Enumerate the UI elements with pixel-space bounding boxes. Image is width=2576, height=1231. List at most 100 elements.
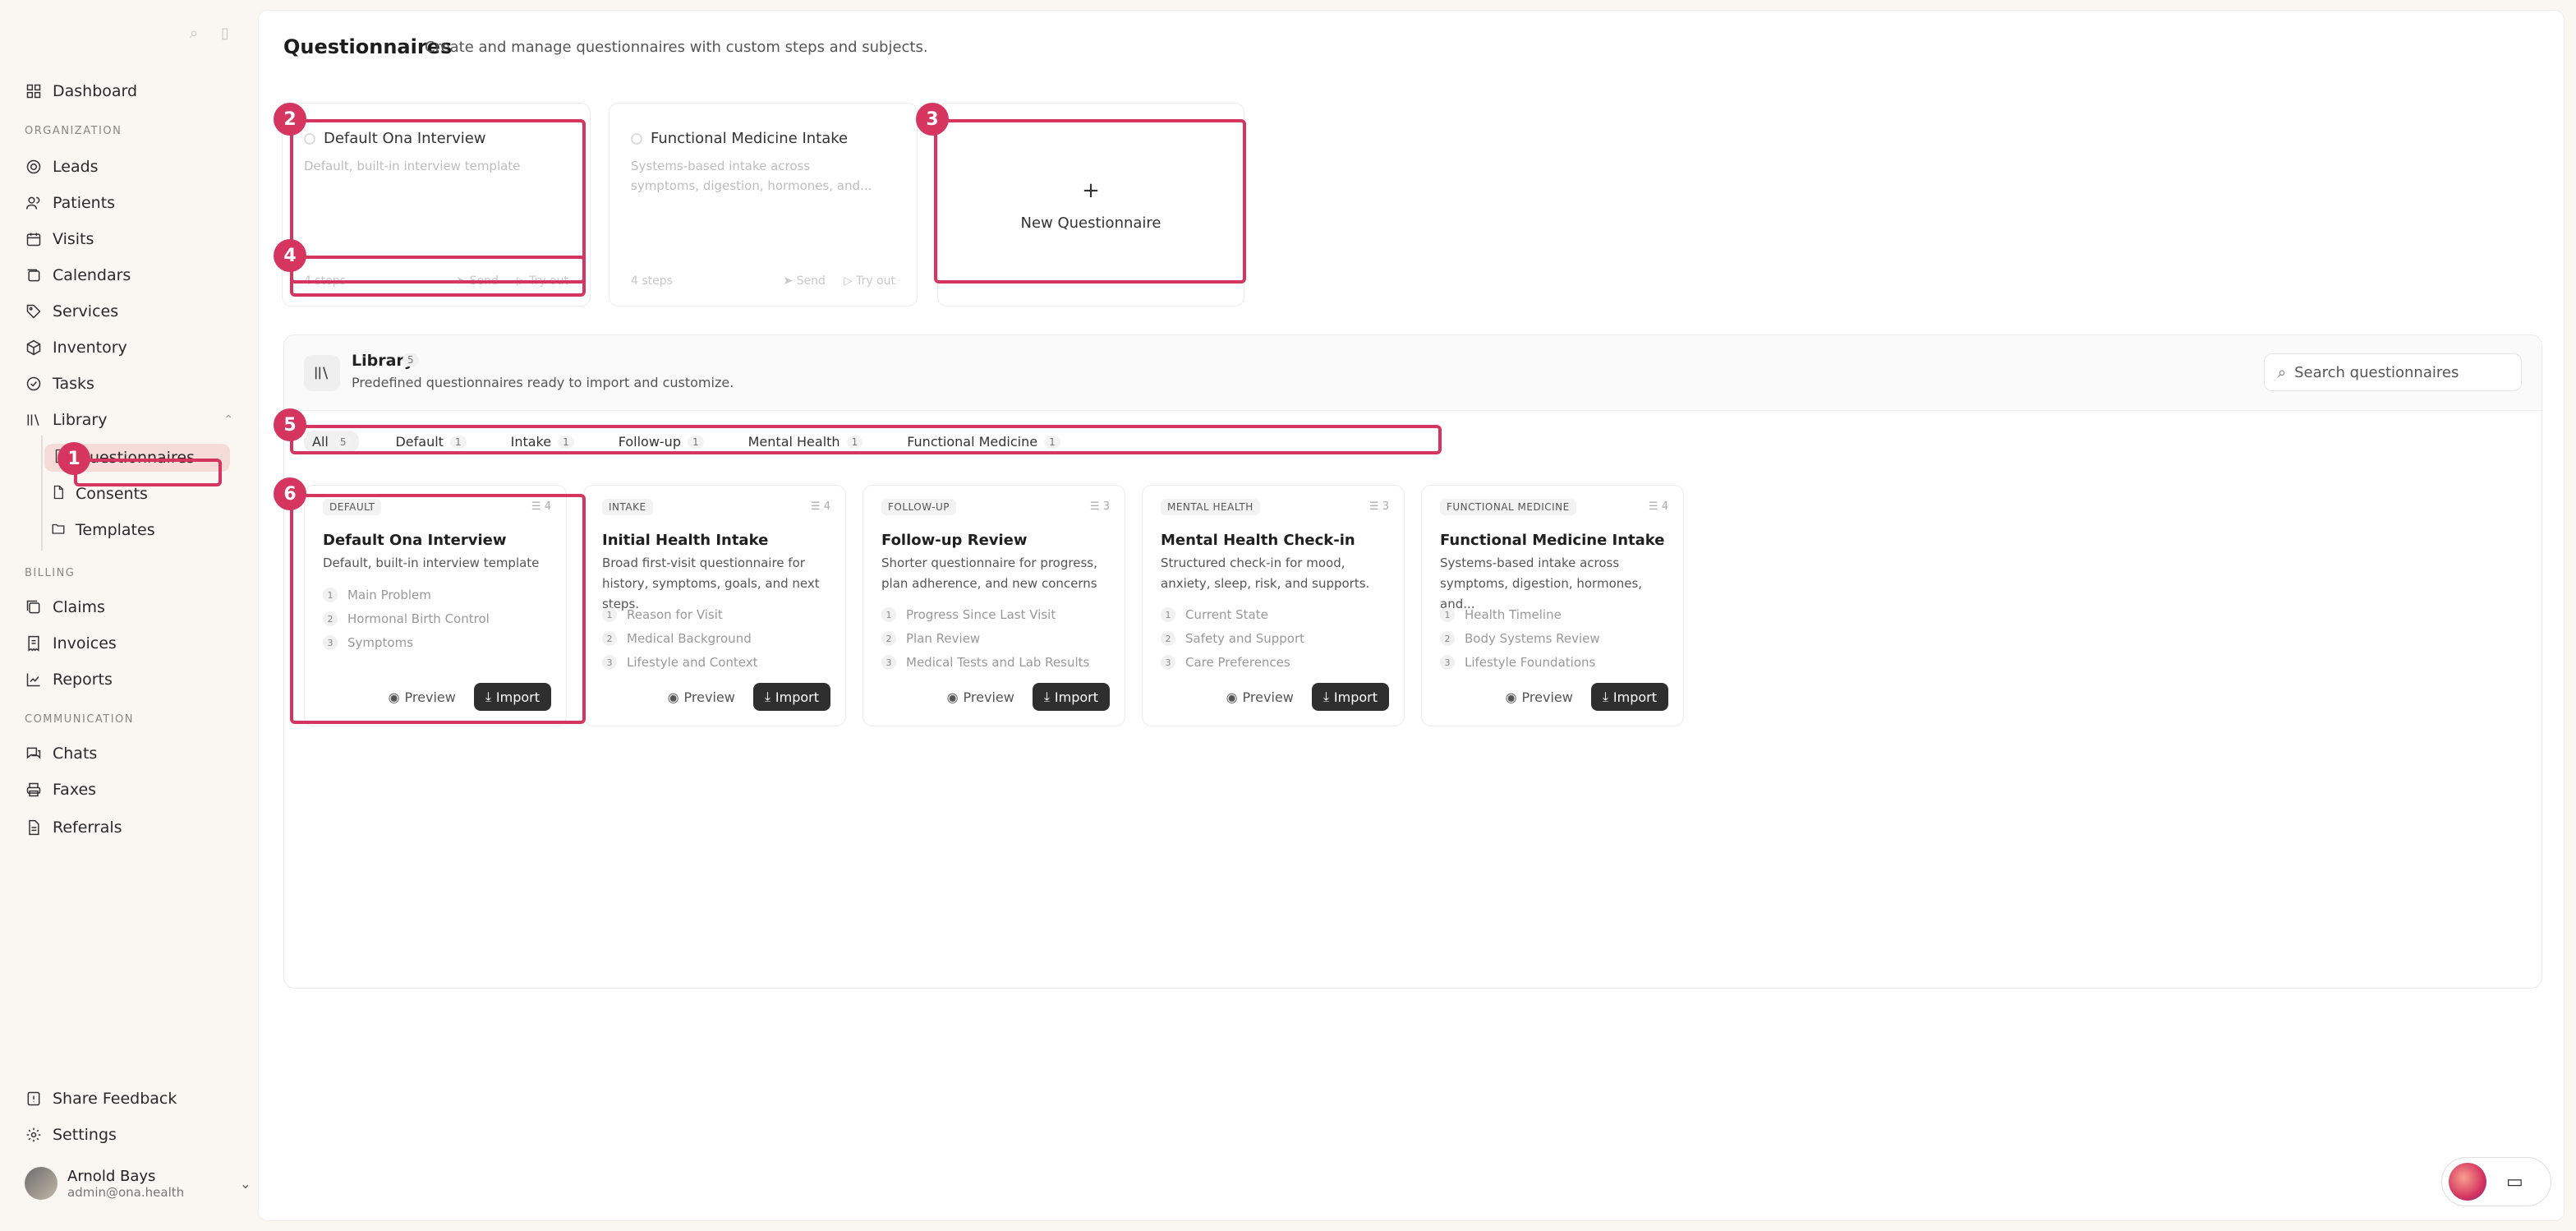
search-icon: ⌕: [2278, 363, 2287, 381]
user-menu[interactable]: Arnold Bays admin@ona.health ⌄: [25, 1167, 251, 1200]
sidebar-item-calendars[interactable]: Calendars: [25, 261, 131, 289]
chat-widget-button[interactable]: ▭: [2441, 1157, 2551, 1206]
calendar-icon: [25, 230, 43, 248]
annotation-box-6: [290, 494, 586, 724]
sidebar-item-invoices[interactable]: Invoices: [25, 629, 117, 657]
users-icon: [25, 194, 43, 212]
file-icon: [51, 485, 66, 504]
stack-icon: [25, 598, 43, 616]
card-title: Mental Health Check-in: [1161, 532, 1355, 549]
chevron-down-icon[interactable]: ⌄: [240, 1176, 251, 1192]
preview-button[interactable]: ◉ Preview: [939, 685, 1023, 710]
steps-count: ☰ 3: [1368, 500, 1389, 513]
sidebar-item-services[interactable]: Services: [25, 297, 118, 325]
annotation-marker-1: 1: [58, 442, 90, 475]
card-title: Initial Health Intake: [602, 532, 769, 549]
sidebar-item-leads[interactable]: Leads: [25, 153, 99, 181]
library-card[interactable]: MENTAL HEALTH ☰ 3 Mental Health Check-in St…: [1142, 485, 1405, 726]
category-badge: FOLLOW-UP: [881, 499, 956, 515]
card-description: Shorter questionnaire for progress, plan…: [881, 556, 1097, 591]
feedback-icon: [25, 1090, 43, 1108]
preview-button[interactable]: ◉ Preview: [660, 685, 743, 710]
library-card[interactable]: FUNCTIONAL MEDICINE ☰ 4 Functional Medicin…: [1421, 485, 1684, 726]
user-email: admin@ona.health: [67, 1184, 185, 1200]
import-button[interactable]: ⤓ Import: [1032, 683, 1110, 711]
step-item: 3 Medical Tests and Lab Results: [881, 655, 1089, 670]
card-title: Functional Medicine Intake: [1440, 532, 1665, 549]
card-title: Follow-up Review: [881, 532, 1028, 549]
import-button[interactable]: ⤓ Import: [1590, 683, 1668, 711]
main-content: Questionnaires Create and manage questio…: [258, 10, 2564, 1221]
calendar-stack-icon: [25, 266, 43, 284]
sidebar-toggle-icon[interactable]: ▯: [217, 25, 233, 42]
assistant-orb-icon: [2449, 1163, 2486, 1201]
check-circle-icon: [25, 375, 43, 393]
sidebar-item-share-feedback[interactable]: Share Feedback: [25, 1085, 177, 1113]
sidebar-item-faxes[interactable]: Faxes: [25, 776, 96, 804]
step-item: 1 Health Timeline: [1440, 607, 1562, 622]
sidebar-item-dashboard[interactable]: Dashboard: [25, 77, 137, 105]
chart-icon: [25, 671, 43, 689]
card-description: Systems-based intake across symptoms, di…: [1440, 556, 1643, 611]
tag-icon: [25, 302, 43, 320]
card-description: Structured check-in for mood, anxiety, s…: [1161, 556, 1370, 591]
search-input[interactable]: ⌕ Search questionnaires: [2264, 353, 2522, 391]
card-description: Broad first-visit questionnaire for hist…: [602, 556, 820, 611]
sidebar: ⌕ ▯ Dashboard ORGANIZATION Leads Patient…: [0, 0, 258, 1231]
folder-icon: [51, 521, 66, 540]
grid-icon: [25, 82, 43, 100]
annotation-marker-6: 6: [274, 477, 306, 510]
import-button[interactable]: ⤓ Import: [1311, 683, 1389, 711]
sidebar-item-visits[interactable]: Visits: [25, 225, 94, 253]
annotation-box-3: [934, 119, 1246, 284]
page-subtitle: Create and manage questionnaires with cu…: [425, 39, 928, 56]
annotation-box-5: [290, 425, 1442, 454]
steps-count: 4 steps: [631, 274, 673, 288]
step-item: 1 Current State: [1161, 607, 1268, 622]
download-icon: ⤓: [1322, 689, 1329, 704]
preview-button[interactable]: ◉ Preview: [1218, 685, 1302, 710]
sidebar-item-patients[interactable]: Patients: [25, 189, 115, 217]
step-item: 1 Progress Since Last Visit: [881, 607, 1056, 622]
sidebar-item-reports[interactable]: Reports: [25, 666, 113, 694]
preview-button[interactable]: ◉ Preview: [1497, 685, 1581, 710]
download-icon: ⤓: [1602, 689, 1608, 704]
try-out-button[interactable]: ▷ Try out: [844, 274, 895, 288]
sidebar-item-library[interactable]: Library ⌃: [25, 406, 233, 434]
step-item: 2 Body Systems Review: [1440, 631, 1600, 646]
sidebar-item-tasks[interactable]: Tasks: [25, 370, 94, 398]
eye-icon: ◉: [1226, 689, 1238, 705]
download-icon: ⤓: [764, 689, 770, 704]
steps-count: ☰ 4: [810, 500, 830, 513]
section-communication: COMMUNICATION: [25, 713, 135, 726]
chevron-up-icon[interactable]: ⌃: [223, 413, 233, 426]
send-button[interactable]: ➤ Send: [783, 274, 825, 288]
document-icon: [25, 818, 43, 837]
sidebar-item-settings[interactable]: Settings: [25, 1121, 117, 1149]
questionnaire-card[interactable]: Functional Medicine Intake Systems-based…: [609, 103, 918, 307]
search-icon[interactable]: ⌕: [186, 25, 202, 42]
avatar: [25, 1167, 58, 1200]
category-badge: MENTAL HEALTH: [1161, 499, 1260, 515]
receipt-icon: [25, 634, 43, 652]
import-button[interactable]: ⤓ Import: [752, 683, 830, 711]
section-billing: BILLING: [25, 567, 76, 579]
sidebar-item-referrals[interactable]: Referrals: [25, 814, 122, 841]
library-card[interactable]: FOLLOW-UP ☰ 3 Follow-up Review Shorter ques…: [862, 485, 1125, 726]
download-icon: ⤓: [1043, 689, 1050, 704]
step-item: 3 Care Preferences: [1161, 655, 1290, 670]
sidebar-item-claims[interactable]: Claims: [25, 593, 105, 621]
sidebar-item-inventory[interactable]: Inventory: [25, 334, 127, 362]
annotation-box-1: [74, 459, 222, 486]
library-icon: [304, 355, 340, 391]
step-item: 3 Lifestyle Foundations: [1440, 655, 1595, 670]
library-icon: [25, 411, 43, 429]
sidebar-item-templates[interactable]: Templates: [51, 516, 155, 544]
steps-count: ☰ 4: [1648, 500, 1668, 513]
library-card[interactable]: INTAKE ☰ 4 Initial Health Intake Broad firs…: [583, 485, 846, 726]
eye-icon: ◉: [1505, 689, 1517, 705]
box-icon: [25, 339, 43, 357]
annotation-marker-2: 2: [274, 103, 306, 136]
sidebar-item-chats[interactable]: Chats: [25, 740, 97, 768]
category-badge: FUNCTIONAL MEDICINE: [1440, 499, 1576, 515]
